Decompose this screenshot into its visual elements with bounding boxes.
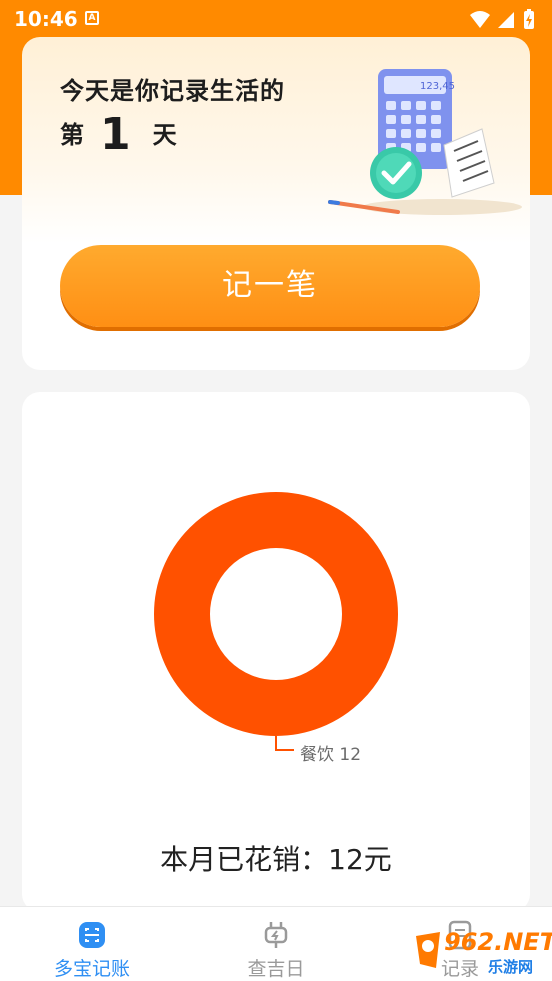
plug-icon [264,922,288,948]
notification-icon: A [85,11,99,25]
hero-title: 今天是你记录生活的 [60,77,285,105]
watermark: 962.NET 乐游网 [414,926,552,976]
battery-icon [524,9,534,29]
watermark-text: 962.NET [444,928,552,956]
day-suffix: 天 [152,121,177,149]
day-counter: 第1天 [60,109,177,160]
legend-label: 餐饮 12 [300,745,362,765]
day-count: 1 [100,109,131,160]
record-entry-button[interactable]: 记一笔 [60,245,480,327]
scan-icon [79,922,105,948]
watermark-subtext: 乐游网 [488,958,534,976]
expense-donut-chart [154,492,398,736]
calculator-illustration-icon: 123,45 [328,69,522,215]
donut-slice-1 [154,492,398,736]
tab-bookkeeping[interactable]: 多宝记账 [0,907,184,981]
legend-leader-line [275,736,294,751]
monthly-total: 本月已花销：12元 [160,843,392,876]
status-time: 10:46 [14,7,78,31]
status-icons [468,9,540,35]
tab-label: 查吉日 [247,958,305,980]
hero-card: 今天是你记录生活的 第1天 123,45 记一笔 [22,37,530,370]
day-prefix: 第 [60,121,84,149]
status-bar: 10:46 A [0,0,552,38]
tab-label: 多宝记账 [53,958,130,980]
illustration-digits: 123,45 [420,81,455,92]
tab-auspicious-day[interactable]: 查吉日 [184,907,368,981]
watermark-logo-icon [416,932,440,968]
wifi-icon [470,11,490,28]
signal-icon [498,12,514,28]
chart-card: 餐饮 12 本月已花销：12元 [22,392,530,912]
